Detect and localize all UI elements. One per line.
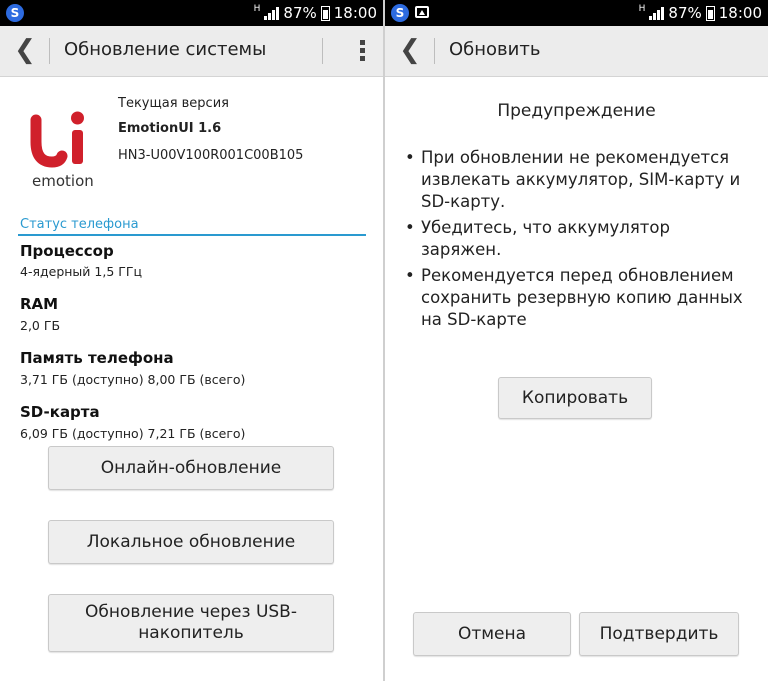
info-label-sd-card: SD-карта <box>20 403 100 421</box>
phone-status-header: Статус телефона <box>20 217 139 232</box>
info-label-processor: Процессор <box>20 242 114 260</box>
signal-icon <box>649 6 665 20</box>
emotion-ui-logo: emotion <box>22 110 104 192</box>
image-notification-icon <box>415 6 429 18</box>
warning-item: Убедитесь, что аккумулятор заряжен. <box>403 217 753 261</box>
app-bar: ❮ Обновить <box>385 26 768 77</box>
divider <box>434 38 435 64</box>
cancel-button[interactable]: Отмена <box>413 612 571 656</box>
battery-icon <box>320 5 330 21</box>
copy-button[interactable]: Копировать <box>498 377 652 419</box>
logo-mark <box>30 111 84 168</box>
divider <box>49 38 50 64</box>
info-label-ram: RAM <box>20 295 59 313</box>
battery-icon <box>705 5 715 21</box>
back-arrow-icon[interactable]: ❮ <box>8 34 42 68</box>
page-title: Обновление системы <box>64 39 267 60</box>
clock: 18:00 <box>718 4 762 22</box>
status-bar: S H 87% 18:00 <box>0 0 383 26</box>
section-divider <box>18 234 366 236</box>
app-bar: ❮ Обновление системы <box>0 26 383 77</box>
version-name: EmotionUI 1.6 <box>118 121 222 136</box>
status-bar: S H 87% 18:00 <box>385 0 768 26</box>
clock: 18:00 <box>333 4 377 22</box>
online-update-button[interactable]: Онлайн-обновление <box>48 446 334 490</box>
system-update-screen: S H 87% 18:00 ❮ Обновление системы emoti… <box>0 0 383 681</box>
info-value-ram: 2,0 ГБ <box>20 318 61 333</box>
warning-item: Рекомендуется перед обновлением сохранит… <box>403 265 753 331</box>
network-type-icon: H <box>638 4 646 14</box>
warning-title: Предупреждение <box>497 101 656 121</box>
divider <box>322 38 323 64</box>
current-version-label: Текущая версия <box>118 96 229 111</box>
network-type-icon: H <box>253 4 261 14</box>
info-value-sd-card: 6,09 ГБ (доступно) 7,21 ГБ (всего) <box>20 426 246 441</box>
battery-percent: 87% <box>668 4 702 22</box>
local-update-button[interactable]: Локальное обновление <box>48 520 334 564</box>
back-arrow-icon[interactable]: ❮ <box>393 34 427 68</box>
info-value-phone-memory: 3,71 ГБ (доступно) 8,00 ГБ (всего) <box>20 372 246 387</box>
logo-text: emotion <box>32 172 94 190</box>
battery-percent: 87% <box>283 4 317 22</box>
signal-icon <box>264 6 280 20</box>
status-indicators: H 87% 18:00 <box>254 0 377 26</box>
info-value-processor: 4-ядерный 1,5 ГГц <box>20 264 142 279</box>
screenshot: S H 87% 18:00 ❮ Обновление системы emoti… <box>0 0 768 681</box>
page-title: Обновить <box>449 39 541 60</box>
app-notification-icon: S <box>6 4 24 22</box>
info-label-phone-memory: Память телефона <box>20 349 174 367</box>
usb-update-button[interactable]: Обновление через USB-накопитель <box>48 594 334 652</box>
app-notification-icon: S <box>391 4 409 22</box>
more-options-icon[interactable] <box>357 38 367 64</box>
update-warning-screen: S H 87% 18:00 ❮ Обновить Предупреждение … <box>385 0 768 681</box>
status-indicators: H 87% 18:00 <box>639 0 762 26</box>
confirm-button[interactable]: Подтвердить <box>579 612 739 656</box>
build-number: HN3-U00V100R001C00B105 <box>118 148 304 163</box>
warning-item: При обновлении не рекомендуется извлекат… <box>403 147 753 213</box>
warning-list: При обновлении не рекомендуется извлекат… <box>403 147 753 335</box>
